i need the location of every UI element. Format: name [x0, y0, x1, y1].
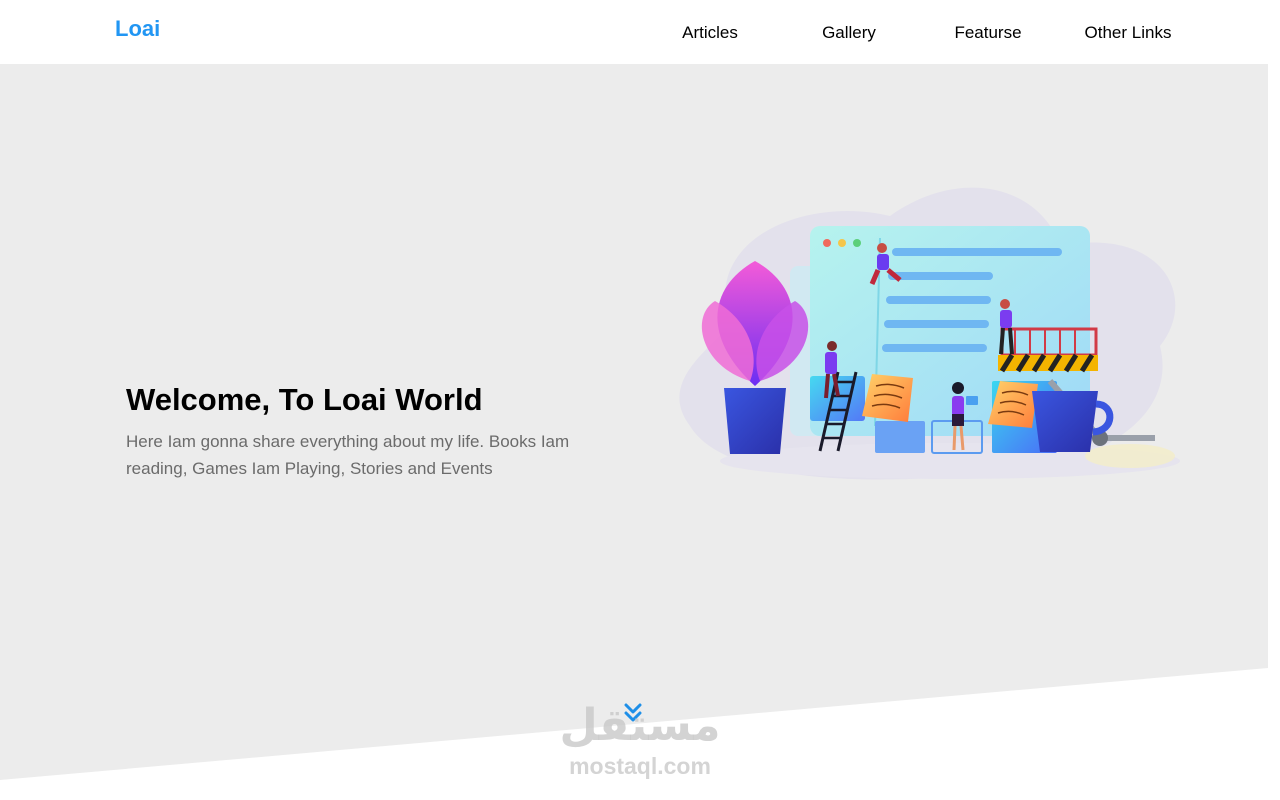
watermark-arabic-text: مستقل	[559, 700, 721, 751]
nav-link-features[interactable]: Featurse	[918, 23, 1058, 43]
site-header: Loai Articles Gallery Featurse Other Lin…	[0, 0, 1280, 64]
hero-title: Welcome, To Loai World	[126, 382, 483, 417]
hero-description: Here Iam gonna share everything about my…	[126, 432, 570, 478]
nav-link-other-links[interactable]: Other Links	[1058, 23, 1198, 43]
page-scrollbar-track[interactable]	[1268, 64, 1280, 800]
main-nav: Articles Gallery Featurse Other Links	[0, 23, 1280, 47]
nav-link-articles[interactable]: Articles	[640, 23, 780, 43]
mostaql-watermark: مستقل mostaql.com	[540, 700, 740, 790]
watermark-latin-text: mostaql.com	[569, 753, 711, 779]
hero-section: Welcome, To Loai World Here Iam gonna sh…	[0, 64, 1268, 800]
nav-link-gallery[interactable]: Gallery	[779, 23, 919, 43]
website-construction-illustration	[679, 187, 1180, 480]
